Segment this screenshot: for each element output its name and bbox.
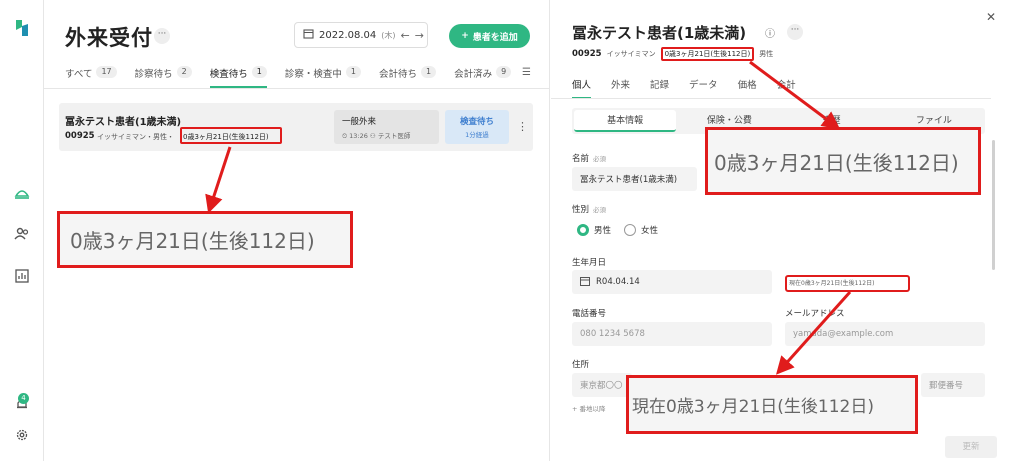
birthdate-label: 生年月日 [572, 258, 607, 268]
phone-input[interactable]: 080 1234 5678 [572, 322, 772, 346]
sex-male-radio[interactable]: 男性 [577, 224, 611, 236]
title-more-button[interactable]: ··· [154, 28, 170, 44]
patients-icon[interactable] [12, 224, 32, 244]
tab-data[interactable]: データ [689, 77, 718, 99]
status-elapsed: 1分経過 [465, 131, 489, 139]
age-zoom-callout-bottom: 現在0歳3ヶ月21日(生後112日) [626, 375, 918, 434]
settings-gear-icon[interactable] [12, 425, 32, 445]
page-title: 外来受付 [65, 26, 153, 50]
app-logo-icon[interactable] [12, 18, 32, 38]
email-input[interactable]: yamada@example.com [785, 322, 985, 346]
scrollbar[interactable] [992, 140, 995, 270]
tab-records[interactable]: 記録 [650, 77, 669, 99]
tab-personal[interactable]: 個人 [572, 77, 592, 99]
date-picker[interactable]: 2022.08.04 (木) ← → [294, 22, 428, 48]
close-icon[interactable]: ✕ [982, 10, 1000, 28]
detail-patient-name: 冨永テスト患者(1歳未満) [572, 24, 747, 42]
plus-icon: + [461, 31, 469, 41]
address-note[interactable]: + 番地以降 [572, 403, 606, 413]
status-tabs: すべて 17 診察待ち 2 検査待ち 1 診察・検査中 1 会計待ち 1 会計済み 9 [65, 66, 529, 88]
filter-icon[interactable]: ☰ [522, 67, 531, 78]
age-zoom-callout-top: 0歳3ヶ月21日(生後112日) [705, 127, 981, 195]
visit-meta: ⏲ 13:26 ⚇ テスト医師 [342, 132, 411, 140]
email-label: メールアドレス [785, 309, 845, 319]
tab-in-progress[interactable]: 診察・検査中 1 [285, 66, 361, 88]
add-patient-button[interactable]: + 患者を追加 [449, 24, 530, 48]
detail-tabs-divider [551, 98, 991, 99]
detail-sex: 男性 [759, 50, 774, 58]
detail-more-button[interactable]: ··· [787, 24, 803, 40]
patient-card[interactable]: 冨永テスト患者(1歳未満) 00925 イッサイミマン・男性・ 0歳3ヶ月21日… [59, 103, 533, 151]
next-day-arrow-icon[interactable]: → [415, 29, 424, 42]
phone-label: 電話番号 [572, 309, 607, 319]
add-patient-label: 患者を追加 [472, 32, 518, 43]
zip-input[interactable]: 郵便番号 [921, 373, 985, 397]
tab-outpatient[interactable]: 外来 [611, 77, 630, 99]
notification-badge: 4 [18, 393, 29, 404]
patient-name: 冨永テスト患者(1歳未満) [65, 117, 182, 128]
prev-day-arrow-icon[interactable]: ← [401, 29, 410, 42]
detail-kana: イッサイミマン [606, 50, 656, 58]
detail-tabs: 個人 外来 記録 データ 価格 会計 [572, 77, 816, 99]
sidebar: 4 [0, 0, 44, 461]
sex-label: 性別 必須 [572, 205, 607, 215]
subtab-basic-info[interactable]: 基本情報 [574, 110, 677, 132]
tabs-divider [44, 88, 550, 89]
birthdate-input[interactable]: R04.04.14 [572, 270, 772, 294]
analytics-icon[interactable] [12, 266, 32, 286]
day-of-week: (木) [381, 30, 396, 40]
detail-patient-id: 00925 [572, 49, 602, 59]
date-value: 2022.08.04 [319, 29, 377, 41]
current-age-text: 現在0歳3ヶ月21日(生後112日) [785, 275, 910, 292]
reception-pane: 外来受付 ··· 2022.08.04 (木) ← → + 患者を追加 すべて 1… [44, 0, 550, 461]
name-input[interactable]: 冨永テスト患者(1歳未満) [572, 167, 697, 191]
tab-all[interactable]: すべて 17 [65, 66, 117, 88]
app-window: 4 外来受付 ··· 2022.08.04 (木) ← → + 患者を追加 すべ… [0, 0, 1011, 461]
calendar-icon [303, 28, 314, 42]
reception-bell-icon[interactable] [12, 183, 32, 203]
status-badge[interactable]: 検査待ち 1分経過 [445, 110, 509, 144]
tab-waiting-test[interactable]: 検査待ち 1 [209, 66, 267, 88]
patient-kana-sex: イッサイミマン・男性・ [97, 133, 174, 141]
age-zoom-callout: 0歳3ヶ月21日(生後112日) [57, 211, 353, 268]
update-button[interactable]: 更新 [945, 436, 997, 458]
patient-id: 00925 [65, 131, 95, 141]
sex-female-radio[interactable]: 女性 [624, 224, 658, 236]
tab-price[interactable]: 価格 [738, 77, 757, 99]
visit-type: 一般外来 [342, 117, 377, 127]
detail-subheader: 00925 イッサイミマン 0歳3ヶ月21日(生後112日) 男性 [572, 47, 773, 61]
detail-age: 0歳3ヶ月21日(生後112日) [660, 47, 755, 61]
tab-waiting-payment[interactable]: 会計待ち 1 [379, 66, 437, 88]
card-menu-icon[interactable]: ⋮ [517, 120, 528, 133]
address-label: 住所 [572, 360, 590, 370]
address-input[interactable]: 東京都〇〇 [572, 373, 632, 397]
status-label: 検査待ち [459, 117, 494, 127]
patient-detail-pane: 冨永テスト患者(1歳未満) ⓘ ··· ✕ 00925 イッサイミマン 0歳3ヶ… [551, 0, 1011, 461]
calendar-icon [580, 276, 590, 289]
info-icon[interactable]: ⓘ [765, 25, 775, 40]
name-label: 名前 必須 [572, 154, 607, 164]
tab-billing[interactable]: 会計 [777, 77, 796, 99]
tab-paid[interactable]: 会計済み 9 [454, 66, 512, 88]
age-highlight-box [180, 127, 282, 144]
visit-type-box[interactable]: 一般外来 ⏲ 13:26 ⚇ テスト医師 [334, 110, 439, 144]
tab-waiting-exam[interactable]: 診察待ち 2 [135, 66, 192, 88]
